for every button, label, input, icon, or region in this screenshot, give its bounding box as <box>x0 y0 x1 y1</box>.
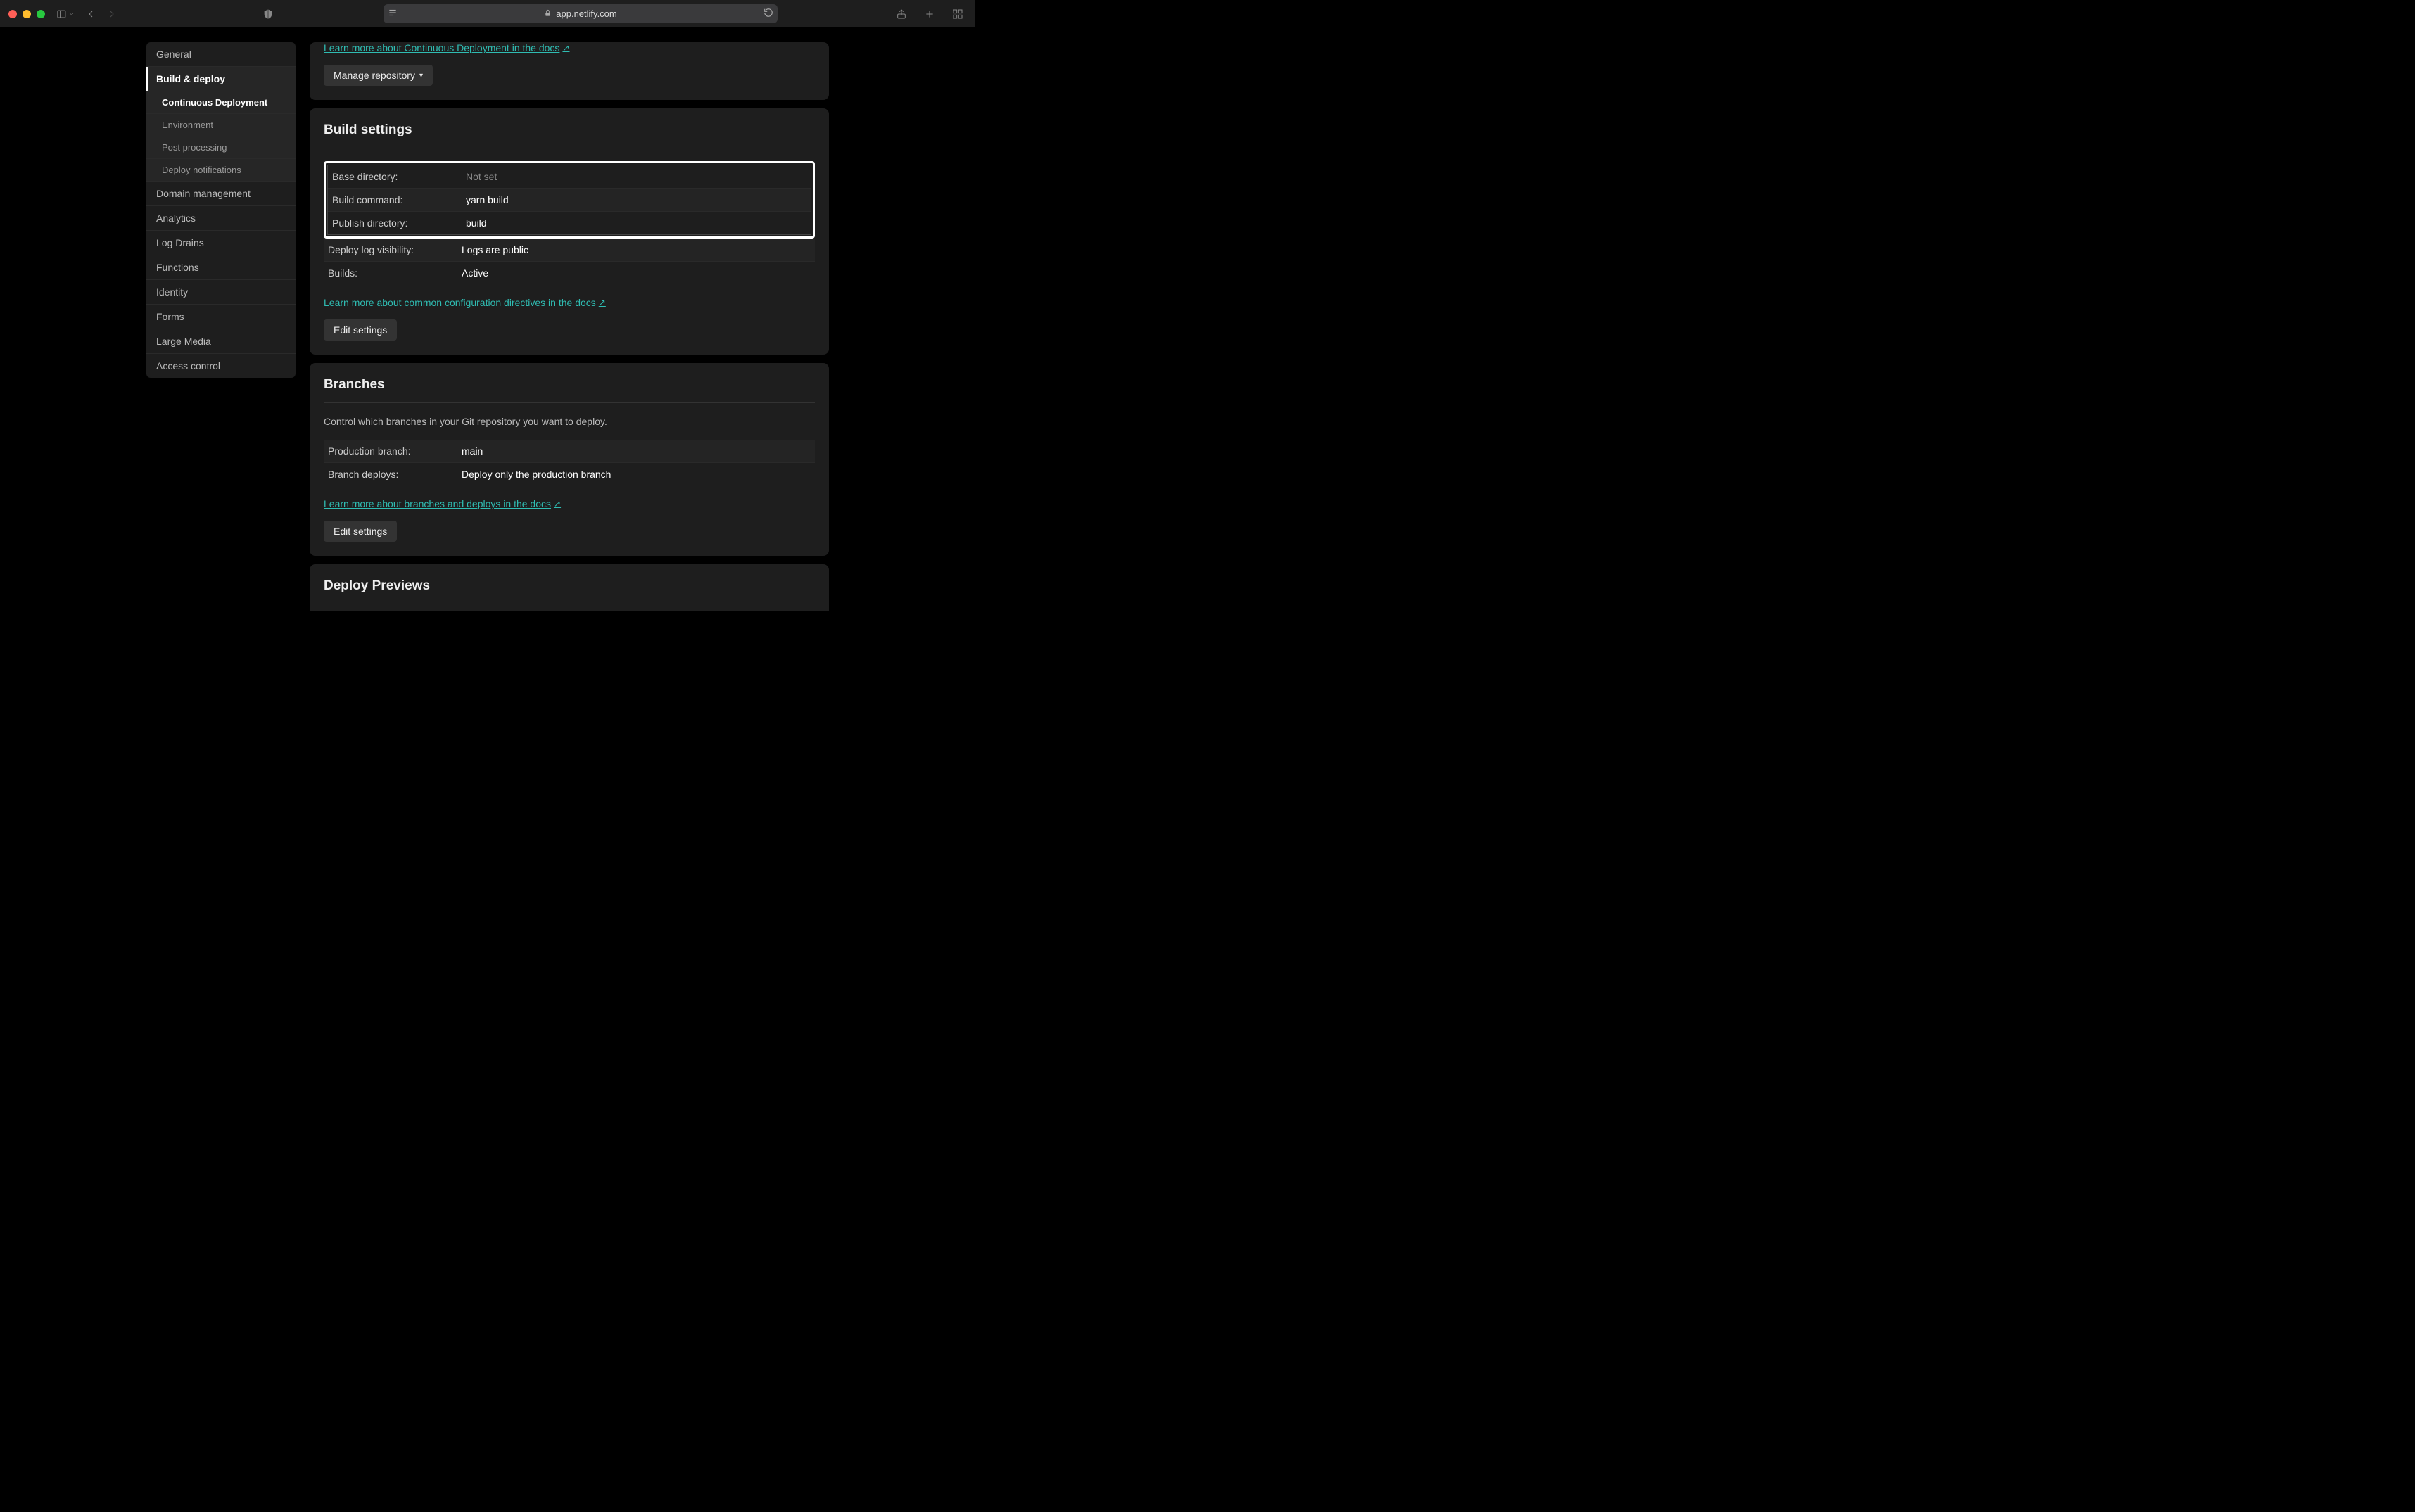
setting-value: build <box>466 217 487 229</box>
deploy-previews-card: Deploy Previews <box>310 564 829 611</box>
link-text: Learn more about branches and deploys in… <box>324 498 551 509</box>
setting-key: Builds: <box>328 267 462 279</box>
setting-key: Base directory: <box>332 171 466 182</box>
sidebar-item-access-control[interactable]: Access control <box>146 354 296 378</box>
configuration-docs-link[interactable]: Learn more about common configuration di… <box>324 297 606 308</box>
setting-row-deploy-log-visibility: Deploy log visibility: Logs are public <box>324 239 815 262</box>
branches-description: Control which branches in your Git repos… <box>324 416 815 427</box>
edit-branches-button[interactable]: Edit settings <box>324 521 397 542</box>
setting-value: Deploy only the production branch <box>462 469 611 480</box>
setting-key: Build command: <box>332 194 466 205</box>
branches-card: Branches Control which branches in your … <box>310 363 829 556</box>
shield-icon[interactable] <box>259 5 277 23</box>
sidebar-sub-continuous-deployment[interactable]: Continuous Deployment <box>146 91 296 114</box>
edit-build-settings-button[interactable]: Edit settings <box>324 319 397 341</box>
setting-row-builds: Builds: Active <box>324 262 815 284</box>
setting-value: Active <box>462 267 488 279</box>
sidebar-subnav: Continuous Deployment Environment Post p… <box>146 91 296 182</box>
url-text: app.netlify.com <box>556 8 616 19</box>
sidebar-item-general[interactable]: General <box>146 42 296 67</box>
highlighted-settings-box: Base directory: Not set Build command: y… <box>324 161 815 239</box>
deploy-previews-title: Deploy Previews <box>324 578 815 604</box>
sidebar-sub-environment[interactable]: Environment <box>146 114 296 136</box>
sidebar-item-identity[interactable]: Identity <box>146 280 296 305</box>
manage-repository-button[interactable]: Manage repository ▾ <box>324 65 433 86</box>
setting-key: Deploy log visibility: <box>328 244 462 255</box>
setting-value: Logs are public <box>462 244 528 255</box>
external-link-icon: ↗ <box>554 499 561 509</box>
sidebar-item-functions[interactable]: Functions <box>146 255 296 280</box>
setting-key: Publish directory: <box>332 217 466 229</box>
reload-icon[interactable] <box>763 8 773 20</box>
sidebar-item-forms[interactable]: Forms <box>146 305 296 329</box>
setting-key: Branch deploys: <box>328 469 462 480</box>
setting-value: yarn build <box>466 194 509 205</box>
build-settings-card: Build settings Base directory: Not set B… <box>310 108 829 355</box>
maximize-window-button[interactable] <box>37 10 45 18</box>
setting-row-branch-deploys: Branch deploys: Deploy only the producti… <box>324 463 815 485</box>
browser-toolbar: app.netlify.com <box>0 0 975 28</box>
minimize-window-button[interactable] <box>23 10 31 18</box>
setting-key: Production branch: <box>328 445 462 457</box>
reader-icon[interactable] <box>388 8 398 20</box>
link-text: Learn more about Continuous Deployment i… <box>324 42 559 53</box>
button-label: Manage repository <box>334 70 415 81</box>
main-content: Learn more about Continuous Deployment i… <box>310 42 829 611</box>
back-button[interactable] <box>82 5 100 23</box>
tabs-overview-icon[interactable] <box>949 5 967 23</box>
chevron-down-icon: ▾ <box>419 72 423 80</box>
sidebar-sub-deploy-notifications[interactable]: Deploy notifications <box>146 159 296 182</box>
sidebar-item-analytics[interactable]: Analytics <box>146 206 296 231</box>
forward-button[interactable] <box>103 5 121 23</box>
sidebar-item-build-deploy[interactable]: Build & deploy <box>146 67 296 91</box>
link-text: Learn more about common configuration di… <box>324 297 596 308</box>
button-label: Edit settings <box>334 324 387 336</box>
setting-row-base-directory: Base directory: Not set <box>328 165 811 189</box>
branches-title: Branches <box>324 377 815 403</box>
lock-icon <box>544 8 552 19</box>
build-settings-title: Build settings <box>324 122 815 148</box>
window-controls <box>8 10 45 18</box>
sidebar-toggle-button[interactable] <box>56 5 75 23</box>
close-window-button[interactable] <box>8 10 17 18</box>
setting-value: main <box>462 445 483 457</box>
setting-value: Not set <box>466 171 497 182</box>
settings-sidebar: General Build & deploy Continuous Deploy… <box>146 42 296 611</box>
external-link-icon: ↗ <box>599 298 606 307</box>
setting-row-publish-directory: Publish directory: build <box>328 212 811 234</box>
sidebar-item-domain-management[interactable]: Domain management <box>146 182 296 206</box>
branches-docs-link[interactable]: Learn more about branches and deploys in… <box>324 498 561 509</box>
setting-row-build-command: Build command: yarn build <box>328 189 811 212</box>
address-bar[interactable]: app.netlify.com <box>384 4 778 23</box>
sidebar-sub-post-processing[interactable]: Post processing <box>146 136 296 159</box>
external-link-icon: ↗ <box>562 43 569 53</box>
sidebar-item-log-drains[interactable]: Log Drains <box>146 231 296 255</box>
sidebar-item-large-media[interactable]: Large Media <box>146 329 296 354</box>
share-icon[interactable] <box>892 5 911 23</box>
repository-card: Learn more about Continuous Deployment i… <box>310 42 829 100</box>
setting-row-production-branch: Production branch: main <box>324 440 815 463</box>
new-tab-icon[interactable] <box>920 5 939 23</box>
continuous-deployment-docs-link[interactable]: Learn more about Continuous Deployment i… <box>324 42 570 53</box>
button-label: Edit settings <box>334 526 387 537</box>
